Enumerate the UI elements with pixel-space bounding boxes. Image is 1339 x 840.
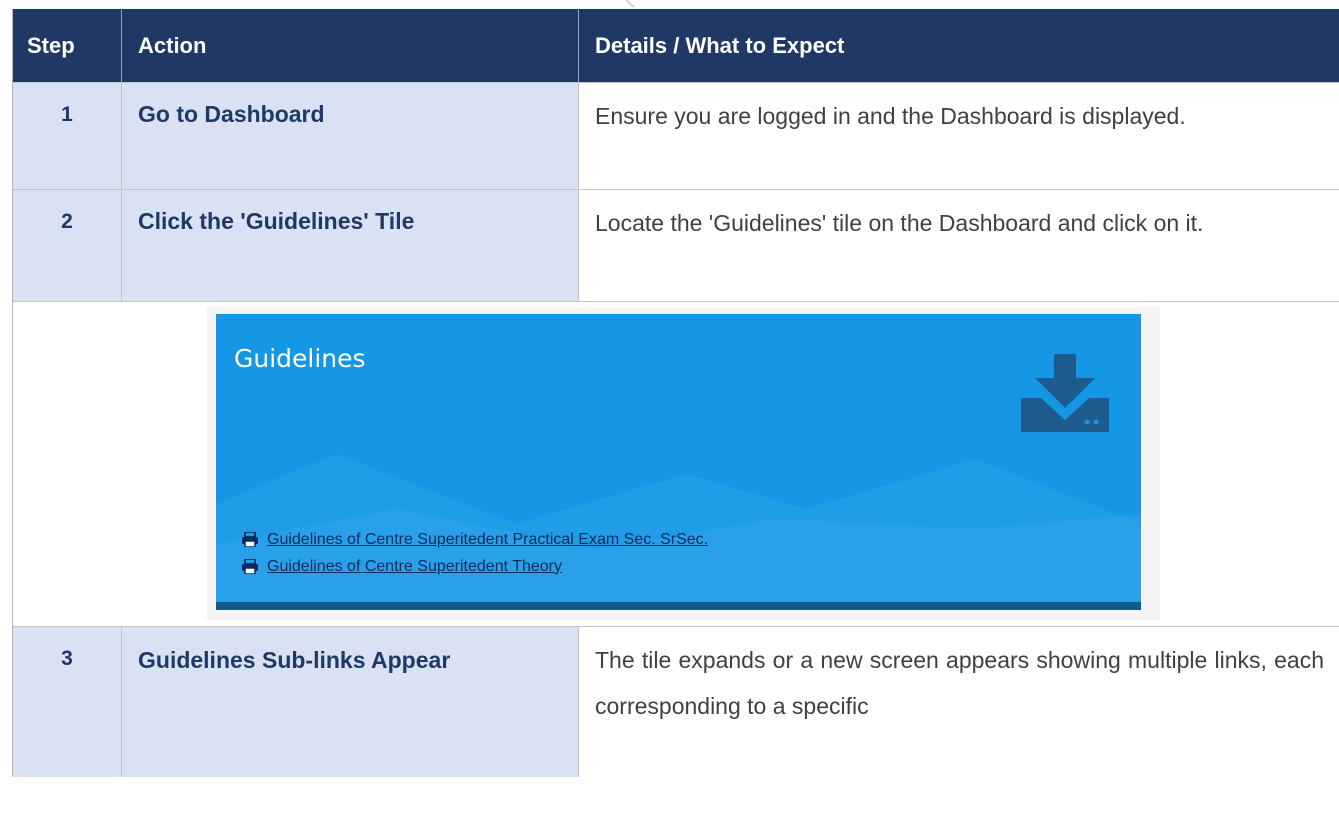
header-action: Action — [122, 9, 579, 82]
guidelines-tile[interactable]: Guidelines Guidelines of Centre Superite… — [216, 314, 1141, 610]
document-page: Step Action Details / What to Expect 1 G… — [0, 0, 1339, 840]
watermark-stroke — [625, 0, 635, 8]
step-details: Ensure you are logged in and the Dashboa… — [579, 83, 1339, 189]
guidelines-link-theory[interactable]: Guidelines of Centre Superitedent Theory — [241, 553, 708, 580]
step-number: 2 — [13, 190, 122, 301]
step-number: 1 — [13, 83, 122, 189]
step-details: The tile expands or a new screen appears… — [579, 627, 1339, 777]
printer-icon — [242, 559, 258, 574]
printer-icon — [242, 532, 258, 547]
step-number: 3 — [13, 627, 122, 777]
guidelines-link-practical[interactable]: Guidelines of Centre Superitedent Practi… — [241, 526, 708, 553]
step-action: Click the 'Guidelines' Tile — [122, 190, 579, 301]
step-action: Guidelines Sub-links Appear — [122, 627, 579, 777]
table-row: 1 Go to Dashboard Ensure you are logged … — [13, 82, 1339, 189]
tile-title: Guidelines — [234, 344, 366, 373]
link-label[interactable]: Guidelines of Centre Superitedent Theory — [267, 558, 562, 576]
header-details: Details / What to Expect — [595, 32, 845, 58]
tile-links: Guidelines of Centre Superitedent Practi… — [241, 526, 708, 580]
step-details: Locate the 'Guidelines' tile on the Dash… — [579, 190, 1339, 301]
tile-screenshot-frame: Guidelines Guidelines of Centre Superite… — [207, 307, 1160, 620]
table-row: 3 Guidelines Sub-links Appear The tile e… — [13, 626, 1339, 777]
table-header-row: Step Action Details / What to Expect — [13, 9, 1339, 82]
link-label[interactable]: Guidelines of Centre Superitedent Practi… — [267, 531, 708, 549]
download-icon — [1021, 354, 1109, 432]
header-step: Step — [13, 9, 122, 82]
steps-table: Step Action Details / What to Expect 1 G… — [12, 9, 1339, 777]
table-row: 2 Click the 'Guidelines' Tile Locate the… — [13, 189, 1339, 301]
tile-bottom-bar — [216, 602, 1141, 610]
screenshot-row: Guidelines Guidelines of Centre Superite… — [13, 301, 1339, 626]
step-action: Go to Dashboard — [122, 83, 579, 189]
